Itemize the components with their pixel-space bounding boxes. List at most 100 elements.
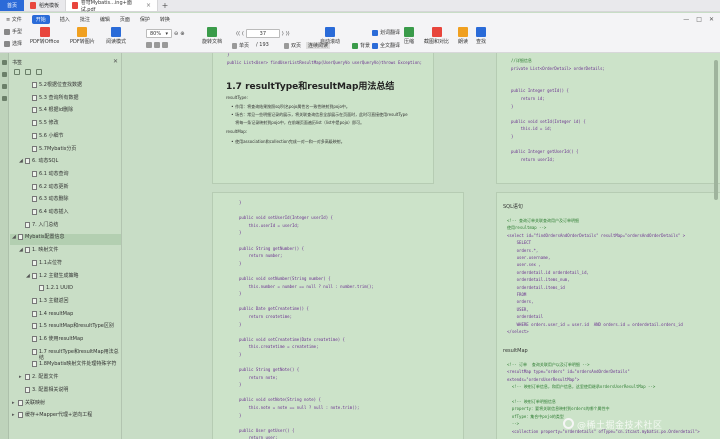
section-title: 1.7 resultType和resultMap用法总结 [226,82,395,92]
document-viewport[interactable]: } public List<User> findUserListResultMap… [123,53,720,439]
menu-protect[interactable]: 保护 [140,16,150,23]
find-button[interactable]: 查找 [476,27,486,45]
new-tab-button[interactable]: + [158,0,172,11]
bookmark-item[interactable]: 5.6 小细节 [10,132,121,144]
zoom-in-icon[interactable]: ⊕ [180,31,184,37]
bookmark-item[interactable]: 1.2.1 UUID [10,285,121,296]
bookmark-page-icon [32,336,37,342]
bookmark-item[interactable]: 5.5 修改 [10,120,121,131]
menu-edit[interactable]: 编辑 [100,16,110,23]
actual-size-icon[interactable] [162,42,168,48]
screenshot-compare-button[interactable]: 截图和对比 [424,27,449,45]
bookmark-label: 1. 映射文件 [32,247,59,254]
bookmark-label: 关联映射 [25,399,46,406]
page-number-input[interactable]: 37 [245,29,280,38]
translate-button[interactable]: 划词翻译 [372,29,400,36]
bookmark-item[interactable]: 1.4 resultMap [10,310,121,322]
pdf-to-office-button[interactable]: PDF转Office [30,27,59,45]
bookmark-page-icon [32,259,37,266]
maximize-icon[interactable]: □ [696,16,702,23]
fit-width-icon[interactable] [146,42,152,48]
bookmark-item[interactable]: 7. 入门总结 [10,221,121,233]
vertical-scrollbar[interactable] [714,60,718,200]
full-translate-icon [372,42,378,49]
bookmark-item[interactable]: ◢ Mybatis配置信息 [10,234,121,246]
tab-docer-templates[interactable]: 稻壳模板 [24,0,67,11]
bookmark-item[interactable]: ▸ 关联映射 [10,399,121,411]
bookmark-item[interactable]: 1.1占位符 [10,259,121,271]
close-icon[interactable]: ✕ [113,58,118,65]
single-page-button[interactable]: 单页 [232,42,249,49]
expand-icon[interactable] [14,69,20,75]
bookmark-item[interactable]: 6.4 动态插入 [10,209,121,220]
bookmark-icon[interactable] [1,60,7,65]
select-tool-button[interactable]: 选择 [4,40,22,47]
menu-file[interactable]: ≡ 文件 [6,16,22,23]
pdf-page-left-bottom: } public void setUserId(Integer userId) … [213,193,463,439]
delete-bookmark-icon[interactable] [36,69,42,75]
fit-page-icon[interactable] [154,42,160,48]
bookmark-page-icon [32,196,37,203]
bookmark-item[interactable]: 5.7Mybatis分页 [10,145,121,157]
bookmark-item[interactable]: 3. 配置相关说明 [10,386,121,398]
bookmark-item[interactable]: 1.6 使用resultMap [10,336,121,347]
pdf-to-image-button[interactable]: PDF转图片 [70,27,95,45]
page-total: / 193 [256,42,269,48]
resultmap-label: resultMap: [226,129,248,134]
compress-button[interactable]: 压缩 [404,27,414,45]
close-icon[interactable]: × [146,2,151,9]
code-line: } [239,291,242,297]
rotate-button[interactable]: 旋转文档 [202,27,222,45]
full-translate-button[interactable]: 全文翻译 [372,42,400,49]
bookmark-item[interactable]: 1.8Mybatis映射文件处理特殊字符 [10,361,121,372]
bookmark-item[interactable]: 5.3 查询所有数据 [10,94,121,106]
bookmark-item[interactable]: ◢ 1.2 主键生成策略 [10,272,121,284]
bookmark-item[interactable]: ▸ 2. 配置文件 [10,374,121,385]
bookmark-item[interactable]: ◢ 6. 动态SQL [10,158,121,169]
auto-scroll-button[interactable]: 自动滚动 [320,27,340,45]
zoom-select[interactable]: 80% ▾ [146,29,172,38]
code-line: return note; [239,374,278,380]
thumbnail-icon[interactable] [1,72,7,77]
bookmark-item[interactable]: 6.2 动态更新 [10,183,121,195]
menu-comment[interactable]: 批注 [80,16,90,23]
pdf-to-office-label: PDF转Office [30,39,60,45]
zoom-out-icon[interactable]: ⊖ [174,31,178,37]
search-panel-icon[interactable] [1,96,7,101]
bookmark-item[interactable]: 5.4 根据id删除 [10,107,121,118]
home-tab[interactable]: 首页 [0,0,24,11]
menu-insert[interactable]: 插入 [60,16,70,23]
bookmark-item[interactable]: 1.7 resultType和resultMap用法总结 [10,348,121,361]
menu-convert[interactable]: 转换 [160,16,170,23]
bookmark-item[interactable]: 5.2根据位查找数据 [10,82,121,93]
zoom-control[interactable]: 80% ▾ ⊖ ⊕ [146,29,184,38]
read-mode-button[interactable]: 阅读模式 [106,27,126,45]
bookmark-item[interactable]: 6.3 动态删除 [10,196,121,207]
bookmark-item[interactable]: 6.1 动态查询 [10,170,121,182]
comment-icon[interactable] [1,84,7,89]
bookmark-item[interactable]: 1.3 主键返回 [10,297,121,309]
prev-page-icon[interactable]: ⟨ [242,31,244,37]
last-page-icon[interactable]: ⟩⟩ [286,31,290,37]
tab-pdf-document[interactable]: 苍穹Mybatis...ing+面试.pdf × [66,0,159,13]
add-bookmark-icon[interactable] [25,69,31,75]
watermark: @稀土掘金技术社区 [577,421,663,431]
code-line: property：要将关联信息映射到orders的哪个属性中 [507,406,610,412]
minimize-icon[interactable]: — [683,16,689,23]
read-aloud-button[interactable]: 朗读 [458,27,468,45]
first-page-icon[interactable]: ⟨⟨ [236,31,240,37]
bookmark-label: 2. 配置文件 [32,374,59,381]
menu-start[interactable]: 开始 [31,14,50,24]
close-window-icon[interactable]: ✕ [709,16,714,23]
bookmark-item[interactable]: ◢ 1. 映射文件 [10,247,121,258]
menu-page[interactable]: 页面 [120,16,130,23]
bookmark-item[interactable]: 1.5 resultMap和resultType区别 [10,323,121,334]
bookmark-item[interactable]: ▸ 缓存+Mapper代理+逆向工程 [10,412,121,423]
background-button[interactable]: 背景 [352,42,370,49]
bookmark-page-icon [32,297,37,304]
double-page-button[interactable]: 双页 [284,42,301,49]
bullet-text: 场合：常见一些明细记录的展示，将关联查询信息全部展示在页面时，此时可直接使用re… [235,112,408,117]
next-page-icon[interactable]: ⟩ [282,31,284,37]
hand-tool-button[interactable]: 手型 [4,28,22,35]
code-block: } public void setUserId(Integer userId) … [239,199,374,439]
